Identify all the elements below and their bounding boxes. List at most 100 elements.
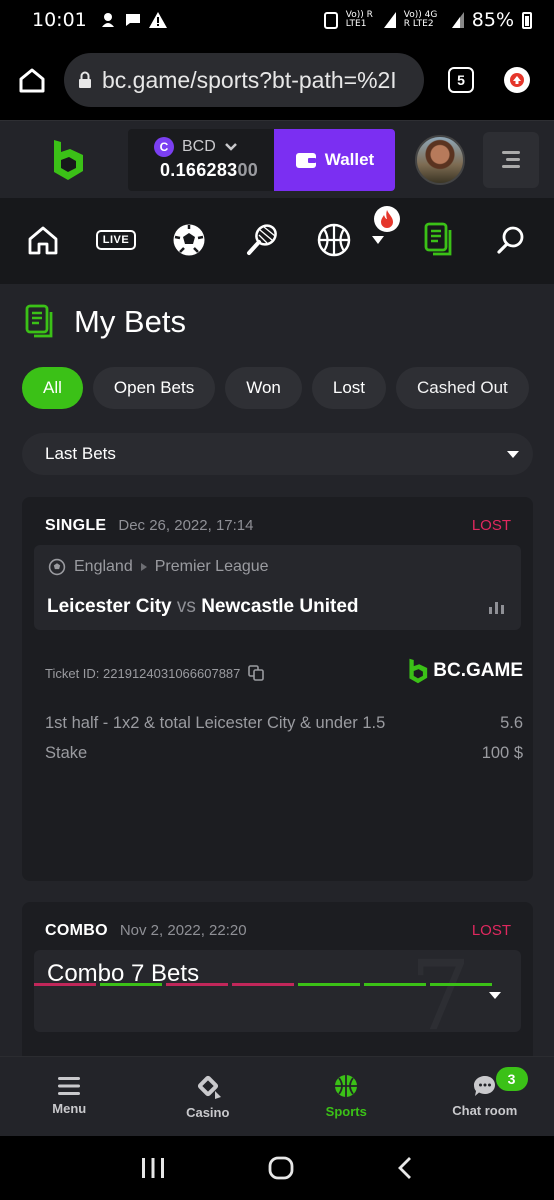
bottom-nav-label: Sports <box>325 1104 367 1119</box>
my-bets-icon <box>424 222 452 256</box>
filter-open-bets[interactable]: Open Bets <box>92 367 216 409</box>
menu-icon <box>58 1077 81 1095</box>
combo-expander[interactable]: 7 Combo 7 Bets <box>34 950 521 1032</box>
my-bets-icon <box>25 304 53 338</box>
data-saver-icon <box>323 12 338 29</box>
chevron-right-icon <box>140 563 147 571</box>
unread-badge: 3 <box>495 1067 528 1091</box>
home-button-icon[interactable] <box>268 1156 294 1180</box>
my-bets-page: My Bets All Open Bets Won Lost Cashed Ou… <box>0 284 554 1056</box>
country: England <box>74 558 133 575</box>
bottom-nav-casino[interactable]: Casino <box>139 1057 278 1136</box>
balance-amount: 0.16628300 <box>160 159 259 180</box>
selection: 1st half - 1x2 & total Leicester City & … <box>45 714 386 732</box>
away-team: Newcastle United <box>201 596 359 617</box>
stats-icon[interactable] <box>489 600 505 614</box>
stake-label: Stake <box>45 744 88 762</box>
balance-selector[interactable]: C BCD 0.16628300 <box>128 128 274 191</box>
bet-type: SINGLE <box>45 517 107 534</box>
odds: 5.6 <box>500 714 523 732</box>
stake-row: Stake 100 $ <box>45 744 523 763</box>
live-icon: LIVE <box>95 230 137 250</box>
notification-app-icon <box>101 13 114 27</box>
bottom-nav-menu[interactable]: Menu <box>0 1057 139 1136</box>
filter-cashed-out[interactable]: Cashed Out <box>396 367 529 409</box>
user-avatar[interactable] <box>415 134 465 185</box>
leg-status-lost <box>166 983 228 986</box>
battery-percent: 85% <box>471 9 514 31</box>
ticket-id: Ticket ID: 2219124031066607887 <box>45 665 241 681</box>
leg-status-won <box>430 983 492 986</box>
arrow-up-icon <box>510 73 524 87</box>
bet-date: Dec 26, 2022, 17:14 <box>118 517 254 534</box>
lock-icon <box>79 71 91 88</box>
bottom-nav-label: Chat room <box>452 1103 518 1118</box>
bet-status-badge: LOST <box>471 517 511 534</box>
system-status-bar: 10:01 Vo)) R LTE1 Vo)) 4G R LTE2 85% <box>0 0 554 40</box>
back-icon[interactable] <box>397 1156 413 1180</box>
battery-icon <box>522 11 532 29</box>
nav-home[interactable] <box>23 220 63 260</box>
bet-status-badge: LOST <box>471 922 511 939</box>
combo-count-watermark: 7 <box>409 950 471 1032</box>
leg-status-won <box>100 983 162 986</box>
url-text: bc.game/sports?bt-path=%2I <box>102 66 397 93</box>
basketball-icon <box>317 223 351 257</box>
recent-apps-icon[interactable] <box>141 1157 165 1179</box>
android-nav-bar <box>0 1136 554 1200</box>
signal-icon-1 <box>383 12 396 28</box>
wallet-button[interactable]: Wallet <box>274 128 395 191</box>
leg-status-won <box>364 983 426 986</box>
nav-my-bets[interactable] <box>419 220 459 260</box>
sport-nav: LIVE <box>0 198 554 284</box>
nav-tennis[interactable] <box>242 220 282 260</box>
warning-icon <box>148 12 167 28</box>
nav-search[interactable] <box>491 220 531 260</box>
bc-logo[interactable] <box>0 138 128 182</box>
bet-date: Nov 2, 2022, 22:20 <box>119 922 247 939</box>
casino-icon <box>197 1075 221 1099</box>
bottom-nav-sports[interactable]: Sports <box>277 1057 416 1136</box>
filter-all[interactable]: All <box>22 367 83 409</box>
copy-icon[interactable] <box>248 665 265 681</box>
bet-card[interactable]: COMBO Nov 2, 2022, 22:20 LOST 7 Combo 7 … <box>22 902 533 1056</box>
bets-period-dropdown[interactable]: Last Bets <box>22 433 533 475</box>
browser-update-button[interactable] <box>504 67 530 93</box>
nav-live[interactable]: LIVE <box>95 220 137 260</box>
tab-switcher-button[interactable]: 5 <box>448 67 474 93</box>
soccer-icon <box>48 558 66 576</box>
bottom-nav-chat-room[interactable]: Chat room 3 <box>416 1057 554 1136</box>
home-icon <box>19 68 45 93</box>
nav-more-sports[interactable] <box>358 206 400 260</box>
currency-label: BCD <box>182 137 216 155</box>
home-team: Leicester City <box>47 596 172 617</box>
fire-icon <box>381 210 393 228</box>
browser-home-button[interactable] <box>0 67 64 93</box>
bcd-coin-icon: C <box>154 136 174 157</box>
soccer-icon <box>173 224 205 256</box>
brand-name: BC.GAME <box>433 660 523 681</box>
chevron-down-icon <box>372 236 384 244</box>
network-1: Vo)) R LTE1 <box>345 10 373 29</box>
match-info[interactable]: England Premier League Leicester City vs… <box>34 545 521 630</box>
bottom-nav: Menu Casino Sports Chat room 3 <box>0 1056 554 1136</box>
hamburger-menu-button[interactable] <box>483 131 539 188</box>
bottom-nav-label: Menu <box>52 1101 87 1116</box>
bc-logo-icon <box>409 658 428 684</box>
caret-down-icon <box>489 992 501 999</box>
brand-logo: BC.GAME <box>407 657 523 685</box>
nav-soccer[interactable] <box>169 220 209 260</box>
filter-lost[interactable]: Lost <box>311 367 387 409</box>
combo-legs-status <box>34 983 492 986</box>
filter-won[interactable]: Won <box>225 367 302 409</box>
bet-card[interactable]: SINGLE Dec 26, 2022, 17:14 LOST England … <box>22 497 533 881</box>
wallet-icon <box>295 152 316 168</box>
wallet-label: Wallet <box>324 149 375 169</box>
signal-icon-2 <box>451 12 464 28</box>
vs-label: vs <box>176 596 196 617</box>
network-2: Vo)) 4G R LTE2 <box>403 10 438 29</box>
address-bar[interactable]: bc.game/sports?bt-path=%2I <box>64 53 424 107</box>
nav-basketball[interactable] <box>314 220 354 260</box>
leg-status-lost <box>34 983 96 986</box>
bottom-nav-label: Casino <box>186 1105 230 1120</box>
